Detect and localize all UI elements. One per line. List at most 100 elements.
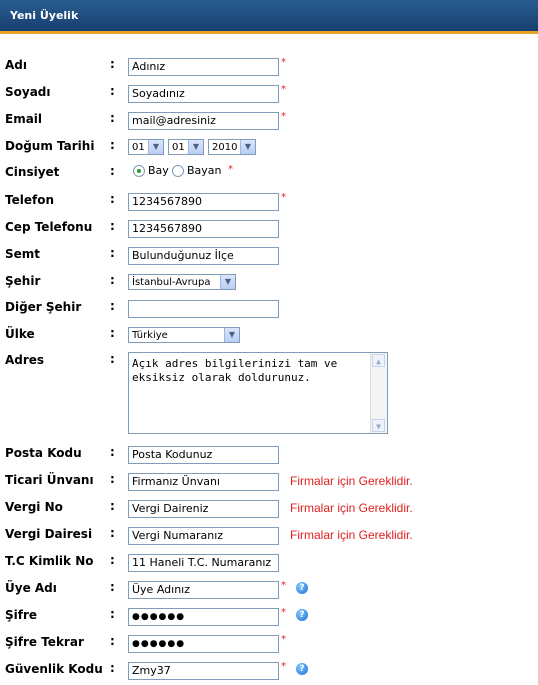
required-mark: * <box>281 580 286 591</box>
colon: : <box>110 84 115 98</box>
help-icon[interactable]: ? <box>296 663 308 675</box>
ticari-input[interactable]: Firmanız Ünvanı <box>128 473 279 491</box>
colon: : <box>110 445 115 459</box>
month-value: 01 <box>172 142 185 153</box>
scroll-up-icon[interactable]: ▲ <box>372 354 385 367</box>
row-guvenlik: Güvenlik Kodu : Zmy37 * ? <box>0 659 538 685</box>
firm-required-note: Firmalar için Gereklidir. <box>290 474 413 488</box>
vergi-no-input[interactable]: Vergi Daireniz <box>128 500 279 518</box>
row-cinsiyet: Cinsiyet : Bay Bayan * <box>0 162 538 188</box>
form-header: Yeni Üyelik <box>0 0 538 34</box>
day-value: 01 <box>132 142 145 153</box>
label-sifre: Şifre <box>5 608 38 622</box>
form-title: Yeni Üyelik <box>10 9 79 22</box>
row-soyad: Soyadı : Soyadınız * <box>0 82 538 108</box>
row-sifre: Şifre : ●●●●●● * ? <box>0 605 538 631</box>
colon: : <box>110 499 115 513</box>
tc-input[interactable]: 11 Haneli T.C. Numaranız <box>128 554 279 572</box>
row-telefon: Telefon : 1234567890 * <box>0 190 538 216</box>
radio-bayan-label: Bayan <box>187 164 222 177</box>
row-ulke: Ülke : Türkiye ▼ <box>0 324 538 350</box>
colon: : <box>110 138 115 152</box>
vergi-dairesi-input[interactable]: Vergi Numaranız <box>128 527 279 545</box>
colon: : <box>110 57 115 71</box>
row-semt: Semt : Bulunduğunuz İlçe <box>0 244 538 270</box>
uye-adi-input[interactable]: Üye Adınız <box>128 581 279 599</box>
password-input[interactable]: ●●●●●● <box>128 608 279 626</box>
label-tc: T.C Kimlik No <box>5 554 94 568</box>
colon: : <box>110 472 115 486</box>
month-select[interactable]: 01 ▼ <box>168 139 204 155</box>
row-sifre-tekrar: Şifre Tekrar : ●●●●●● * <box>0 632 538 658</box>
label-ticari: Ticari Ünvanı <box>5 473 94 487</box>
required-mark: * <box>281 192 286 203</box>
colon: : <box>110 219 115 233</box>
label-adres: Adres <box>5 353 45 367</box>
colon: : <box>110 299 115 313</box>
email-input[interactable]: mail@adresiniz <box>128 112 279 130</box>
ulke-value: Türkiye <box>132 330 168 341</box>
day-select[interactable]: 01 ▼ <box>128 139 164 155</box>
colon: : <box>110 352 115 366</box>
colon: : <box>110 661 115 675</box>
colon: : <box>110 326 115 340</box>
label-vergi-dairesi: Vergi Dairesi <box>5 527 93 541</box>
cep-input[interactable]: 1234567890 <box>128 220 279 238</box>
chevron-down-icon: ▼ <box>220 275 235 289</box>
colon: : <box>110 246 115 260</box>
row-vergi-no: Vergi No : Vergi Daireniz Firmalar için … <box>0 497 538 523</box>
label-sifre-tekrar: Şifre Tekrar <box>5 635 84 649</box>
label-telefon: Telefon <box>5 193 54 207</box>
row-posta: Posta Kodu : Posta Kodunuz <box>0 443 538 469</box>
chevron-down-icon: ▼ <box>148 140 163 154</box>
telefon-input[interactable]: 1234567890 <box>128 193 279 211</box>
radio-bay[interactable] <box>133 165 145 177</box>
chevron-down-icon: ▼ <box>224 328 239 342</box>
required-mark: * <box>228 164 233 175</box>
radio-bay-label: Bay <box>148 164 169 177</box>
password-confirm-input[interactable]: ●●●●●● <box>128 635 279 653</box>
label-cep: Cep Telefonu <box>5 220 93 234</box>
vertical-scrollbar[interactable]: ▲ ▼ <box>370 353 387 433</box>
adres-text: Açık adres bilgilerinizi tam ve eksiksiz… <box>132 357 344 384</box>
sehir-select[interactable]: İstanbul-Avrupa ▼ <box>128 274 236 290</box>
scroll-down-icon[interactable]: ▼ <box>372 419 385 432</box>
label-sehir: Şehir <box>5 274 41 288</box>
adres-textarea[interactable]: Açık adres bilgilerinizi tam ve eksiksiz… <box>128 352 388 434</box>
colon: : <box>110 526 115 540</box>
required-mark: * <box>281 111 286 122</box>
diger-sehir-input[interactable] <box>128 300 279 318</box>
semt-input[interactable]: Bulunduğunuz İlçe <box>128 247 279 265</box>
radio-bayan[interactable] <box>172 165 184 177</box>
posta-input[interactable]: Posta Kodunuz <box>128 446 279 464</box>
row-sehir: Şehir : İstanbul-Avrupa ▼ <box>0 271 538 297</box>
chevron-down-icon: ▼ <box>188 140 203 154</box>
colon: : <box>110 192 115 206</box>
required-mark: * <box>281 661 286 672</box>
year-value: 2010 <box>212 142 238 153</box>
row-email: Email : mail@adresiniz * <box>0 109 538 135</box>
sehir-value: İstanbul-Avrupa <box>132 277 211 288</box>
colon: : <box>110 553 115 567</box>
label-guvenlik: Güvenlik Kodu <box>5 662 103 676</box>
colon: : <box>110 607 115 621</box>
required-mark: * <box>281 607 286 618</box>
security-code-input[interactable]: Zmy37 <box>128 662 279 680</box>
year-select[interactable]: 2010 ▼ <box>208 139 256 155</box>
colon: : <box>110 634 115 648</box>
required-mark: * <box>281 84 286 95</box>
label-uye-adi: Üye Adı <box>5 581 57 595</box>
required-mark: * <box>281 57 286 68</box>
label-cinsiyet: Cinsiyet <box>5 165 60 179</box>
label-diger-sehir: Diğer Şehir <box>5 300 82 314</box>
help-icon[interactable]: ? <box>296 609 308 621</box>
help-icon[interactable]: ? <box>296 582 308 594</box>
ad-input[interactable]: Adınız <box>128 58 279 76</box>
label-dogum: Doğum Tarihi <box>5 139 95 153</box>
row-ticari: Ticari Ünvanı : Firmanız Ünvanı Firmalar… <box>0 470 538 496</box>
firm-required-note: Firmalar için Gereklidir. <box>290 501 413 515</box>
label-ulke: Ülke <box>5 327 35 341</box>
colon: : <box>110 273 115 287</box>
soyad-input[interactable]: Soyadınız <box>128 85 279 103</box>
ulke-select[interactable]: Türkiye ▼ <box>128 327 240 343</box>
